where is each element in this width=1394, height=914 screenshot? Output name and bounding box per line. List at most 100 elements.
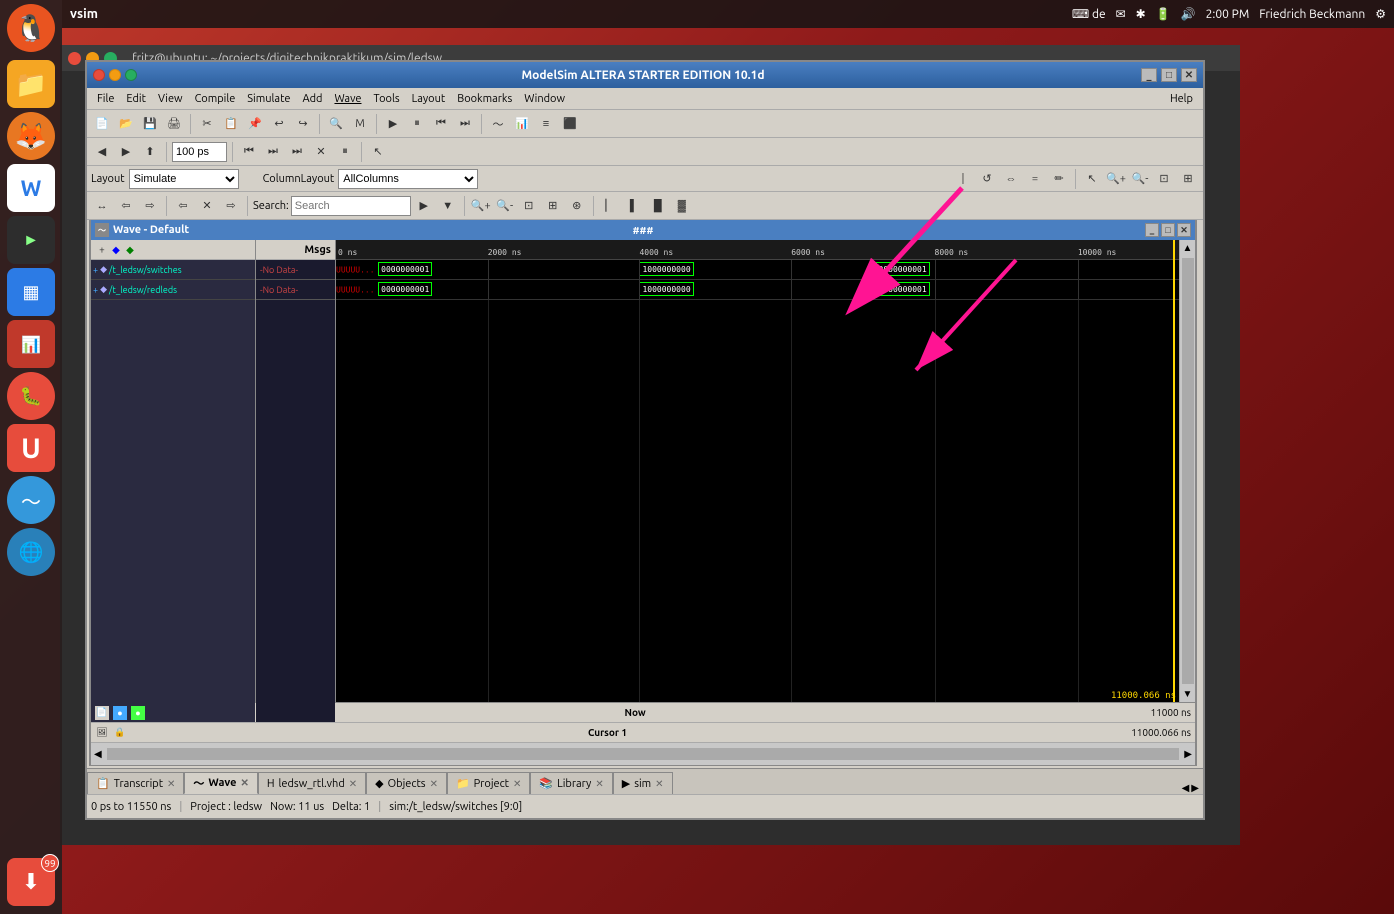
signal-row-switches[interactable]: + ◆ /t_ledsw/switches [91,260,255,280]
wave-disp3[interactable]: █ [647,195,669,217]
save-btn[interactable]: 💾 [139,113,161,135]
search-go[interactable]: ▶ [413,195,435,217]
wave-btn[interactable]: 〜 [487,113,509,135]
wave-add-btn[interactable]: + [95,243,109,257]
tab-sim[interactable]: ▶ sim ✕ [613,772,673,794]
calc-icon[interactable]: ▦ [7,268,55,316]
list-btn[interactable]: ≡ [535,113,557,135]
wave-scrollbar-v[interactable]: ▲ ▼ [1179,240,1195,702]
zoom-out-btn[interactable]: 🔍- [1129,168,1151,190]
tab-close-sim[interactable]: ✕ [655,778,663,790]
open-btn[interactable]: 📂 [115,113,137,135]
tab-objects[interactable]: ◆ Objects ✕ [366,772,447,794]
column-layout-select[interactable]: AllColumns [338,169,478,189]
new-btn[interactable]: 📄 [91,113,113,135]
schematic-btn[interactable]: ⬛ [559,113,581,135]
signals-btn[interactable]: 📊 [511,113,533,135]
fit-btn[interactable]: ⊡ [1153,168,1175,190]
waveform-icon[interactable]: 〜 [7,476,55,524]
run-btn[interactable]: ▶ [382,113,404,135]
close-button[interactable] [93,69,105,81]
maximize-button[interactable] [125,69,137,81]
tab-scroll-left[interactable]: ◀ [1182,782,1190,794]
restart-btn[interactable]: ⏮ [430,113,452,135]
search-btn[interactable]: 🔍 [325,113,347,135]
tab-library[interactable]: 📚 Library ✕ [530,772,612,794]
zoom-cur[interactable]: ⊛ [566,195,588,217]
bug-icon[interactable]: 🐛 [7,372,55,420]
search-input[interactable] [291,196,411,216]
scroll-left-btn[interactable]: ◀ [91,748,105,760]
redo-btn[interactable]: ↪ [292,113,314,135]
col-btn1[interactable]: | [952,168,974,190]
tab-close-ledsw[interactable]: ✕ [349,778,357,790]
scroll-up-btn[interactable]: ▲ [1181,240,1195,256]
copy-btn[interactable]: 📋 [220,113,242,135]
tab-scroll-right[interactable]: ▶ [1191,782,1199,794]
zoom-out2[interactable]: 🔍- [494,195,516,217]
wave-disp2[interactable]: ▌ [623,195,645,217]
scroll-thumb[interactable] [1182,258,1194,684]
zoom-fit2[interactable]: ⊡ [518,195,540,217]
undo-btn[interactable]: ↩ [268,113,290,135]
tab-close-transcript[interactable]: ✕ [167,778,175,790]
firefox-icon[interactable]: 🦊 [7,112,55,160]
cursor-icon2[interactable]: 🔒 [113,726,127,740]
zoom-in2[interactable]: 🔍+ [470,195,492,217]
col-btn5[interactable]: ✏ [1048,168,1070,190]
minimize-button[interactable] [109,69,121,81]
zoom-sel-btn[interactable]: ⊞ [1177,168,1199,190]
cursor-mode-btn[interactable]: ↖ [1081,168,1103,190]
menu-simulate[interactable]: Simulate [241,91,296,107]
tab-ledsw-rtl[interactable]: H ledsw_rtl.vhd ✕ [258,772,366,794]
ubuntu-icon[interactable]: 🐧 [7,4,55,52]
tab-close-library[interactable]: ✕ [595,778,603,790]
settings-icon[interactable]: ⚙ [1375,7,1386,21]
wave-minimize[interactable]: _ [1145,223,1159,237]
menu-tools[interactable]: Tools [368,91,406,107]
menu-file[interactable]: File [91,91,120,107]
wave-tb3[interactable]: ⇨ [139,195,161,217]
now-icon1[interactable]: 📄 [95,706,109,720]
zoom-sel2[interactable]: ⊞ [542,195,564,217]
menu-help[interactable]: Help [1164,91,1199,107]
wave-maximize[interactable]: □ [1161,223,1175,237]
menu-wave[interactable]: Wave [328,91,367,107]
search-opts[interactable]: ▼ [437,195,459,217]
wave-tb4[interactable]: ⇦ [172,195,194,217]
wave-tb2[interactable]: ⇦ [115,195,137,217]
downloads-icon[interactable]: ⬇ 99 [7,858,55,906]
scroll-right-btn[interactable]: ▶ [1181,748,1195,760]
cursor-btn[interactable]: ↖ [367,141,389,163]
paste-btn[interactable]: 📌 [244,113,266,135]
win-minimize-btn[interactable]: _ [1141,68,1157,82]
layout-select[interactable]: Simulate [129,169,239,189]
wave-blue-btn[interactable]: ◆ [109,243,123,257]
tab-close-objects[interactable]: ✕ [430,778,438,790]
wave-tb6[interactable]: ⇨ [220,195,242,217]
col-btn2[interactable]: ↺ [976,168,998,190]
print-btn[interactable]: 🖨 [163,113,185,135]
cursor-icon1[interactable]: 🖼 [95,726,109,740]
menu-compile[interactable]: Compile [189,91,242,107]
wave-disp4[interactable]: ▓ [671,195,693,217]
win-maximize-btn[interactable]: □ [1161,68,1177,82]
wave-tb5[interactable]: ✕ [196,195,218,217]
close-dot[interactable] [68,52,81,65]
wave-disp1[interactable]: ▏ [599,195,621,217]
now-icon3[interactable]: ● [131,706,145,720]
home-btn[interactable]: ⬆ [139,141,161,163]
col-btn3[interactable]: ⇔ [1000,168,1022,190]
col-btn4[interactable]: = [1024,168,1046,190]
ubuntu-one-icon[interactable]: U [7,424,55,472]
base-icon[interactable]: 📊 [7,320,55,368]
wave-green-btn[interactable]: ◆ [123,243,137,257]
tab-close-wave[interactable]: ✕ [240,777,248,789]
time-input[interactable] [172,142,227,162]
step2-btn[interactable]: ⏭ [286,141,308,163]
tab-transcript[interactable]: 📋 Transcript ✕ [87,772,184,794]
libreoffice-writer-icon[interactable]: W [7,164,55,212]
win-close-btn[interactable]: ✕ [1181,68,1197,82]
menu-bookmarks[interactable]: Bookmarks [451,91,518,107]
menu-window[interactable]: Window [518,91,571,107]
